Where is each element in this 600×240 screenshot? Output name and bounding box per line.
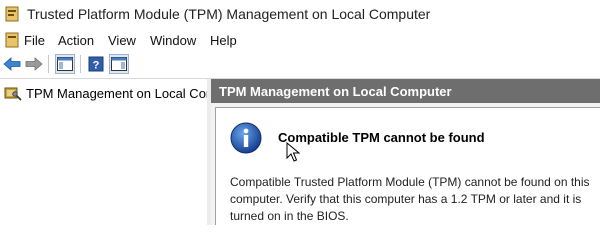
show-hide-action-pane-button[interactable]: [109, 54, 129, 74]
message-title: Compatible TPM cannot be found: [278, 130, 485, 145]
svg-text:?: ?: [93, 60, 100, 72]
system-menu-icon[interactable]: [5, 32, 19, 48]
show-hide-console-tree-icon: [57, 57, 73, 71]
back-button[interactable]: [2, 54, 22, 74]
help-button[interactable]: ?: [86, 54, 106, 74]
content-header-title: TPM Management on Local Computer: [219, 84, 452, 99]
show-hide-action-pane-icon: [111, 57, 127, 71]
toolbar-separator: [48, 55, 49, 73]
menu-view[interactable]: View: [108, 33, 136, 48]
info-icon: [230, 122, 262, 154]
content-header: TPM Management on Local Computer: [211, 79, 600, 103]
toolbar: ?: [0, 51, 600, 77]
console-tree: TPM Management on Local Comp: [0, 79, 207, 225]
status-panel: Compatible TPM cannot be found Compatibl…: [215, 107, 600, 225]
toolbar-separator: [80, 55, 81, 73]
window-title: Trusted Platform Module (TPM) Management…: [27, 6, 431, 22]
menu-window[interactable]: Window: [150, 33, 196, 48]
show-hide-console-tree-button[interactable]: [55, 54, 75, 74]
menu-action[interactable]: Action: [58, 33, 94, 48]
back-arrow-icon: [3, 57, 21, 71]
mouse-pointer-icon: [286, 142, 300, 162]
help-icon: ?: [88, 56, 104, 72]
title-bar: Trusted Platform Module (TPM) Management…: [0, 0, 600, 30]
content-pane: TPM Management on Local Computer Compati…: [211, 79, 600, 225]
tpm-chip-icon: [4, 87, 22, 101]
menu-bar: File Action View Window Help: [0, 30, 600, 51]
mmc-app-icon: [5, 6, 19, 22]
tree-item-label: TPM Management on Local Comp: [26, 86, 207, 101]
forward-button[interactable]: [24, 54, 44, 74]
tree-item-tpm-management[interactable]: TPM Management on Local Comp: [2, 83, 207, 103]
message-body: Compatible Trusted Platform Module (TPM)…: [230, 175, 590, 223]
forward-arrow-icon: [25, 57, 43, 71]
menu-help[interactable]: Help: [210, 33, 237, 48]
menu-file[interactable]: File: [24, 33, 45, 48]
